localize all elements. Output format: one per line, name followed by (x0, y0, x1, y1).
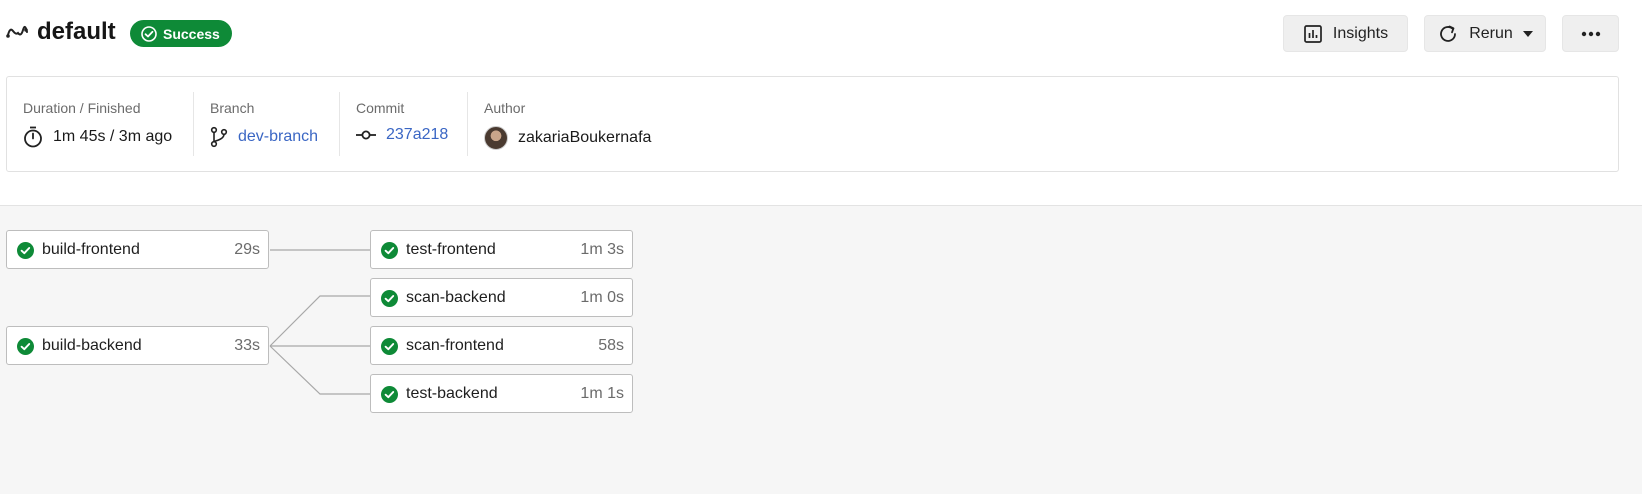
edge-build-backend-test-backend (269, 345, 370, 395)
author-name: zakariaBoukernafa (518, 129, 652, 146)
avatar (484, 126, 508, 150)
commit-icon (356, 130, 376, 140)
commit-section: Commit 237a218 (339, 92, 467, 156)
job-scan-frontend[interactable]: scan-frontend 58s (370, 326, 633, 365)
commit-link[interactable]: 237a218 (386, 126, 448, 144)
bar-chart-icon (1304, 24, 1322, 43)
insights-label: Insights (1332, 24, 1389, 42)
commit-value-row: 237a218 (356, 126, 448, 144)
branch-icon (210, 126, 228, 148)
success-check-icon (381, 338, 398, 355)
job-name: test-backend (406, 385, 498, 402)
caret-down-icon[interactable] (1522, 30, 1533, 37)
author-section: Author zakariaBoukernafa (467, 92, 727, 156)
edge-build-backend-scan-backend (269, 295, 370, 347)
success-check-icon (17, 338, 34, 355)
job-duration: 29s (234, 241, 260, 258)
job-duration: 58s (598, 337, 624, 354)
workflow-icon (6, 26, 28, 38)
job-name: build-backend (42, 337, 142, 354)
status-badge: Success (130, 20, 232, 47)
pipeline-graph: build-frontend 29s build-backend 33s tes… (0, 205, 1642, 494)
duration-section: Duration / Finished 1m 45s / 3m ago (7, 92, 193, 156)
job-name: scan-backend (406, 289, 506, 306)
stopwatch-icon (24, 126, 42, 148)
pipeline-summary-card: Duration / Finished 1m 45s / 3m ago Bran… (6, 76, 1619, 172)
ellipsis-icon (1581, 31, 1600, 36)
job-build-frontend[interactable]: build-frontend 29s (6, 230, 269, 269)
success-check-icon (17, 242, 34, 259)
job-duration: 1m 0s (580, 289, 624, 306)
more-options-button[interactable] (1562, 15, 1619, 52)
job-name: scan-frontend (406, 337, 504, 354)
branch-value-row: dev-branch (210, 126, 318, 148)
job-build-backend[interactable]: build-backend 33s (6, 326, 269, 365)
branch-link[interactable]: dev-branch (238, 128, 318, 146)
duration-value-row: 1m 45s / 3m ago (23, 126, 172, 148)
workflow-header: default Success Insights Rerun (0, 0, 1642, 68)
author-label: Author (484, 100, 526, 116)
workflow-title: default (37, 18, 116, 45)
success-check-icon (381, 242, 398, 259)
refresh-icon (1440, 25, 1457, 42)
insights-button[interactable]: Insights (1283, 15, 1408, 52)
duration-value: 1m 45s / 3m ago (53, 128, 173, 145)
job-duration: 1m 3s (580, 241, 624, 258)
job-scan-backend[interactable]: scan-backend 1m 0s (370, 278, 633, 317)
job-duration: 1m 1s (580, 385, 624, 402)
duration-label: Duration / Finished (23, 100, 141, 116)
commit-label: Commit (356, 100, 405, 116)
check-circle-icon (141, 25, 157, 42)
branch-section: Branch dev-branch (193, 92, 339, 156)
status-label: Success (163, 25, 220, 42)
rerun-label: Rerun (1469, 24, 1513, 42)
job-name: build-frontend (42, 241, 140, 258)
success-check-icon (381, 290, 398, 307)
job-test-backend[interactable]: test-backend 1m 1s (370, 374, 633, 413)
job-duration: 33s (234, 337, 260, 354)
job-name: test-frontend (406, 241, 496, 258)
job-test-frontend[interactable]: test-frontend 1m 3s (370, 230, 633, 269)
rerun-button[interactable]: Rerun (1424, 15, 1546, 52)
success-check-icon (381, 386, 398, 403)
author-value-row: zakariaBoukernafa (484, 126, 651, 150)
branch-label: Branch (210, 100, 255, 116)
